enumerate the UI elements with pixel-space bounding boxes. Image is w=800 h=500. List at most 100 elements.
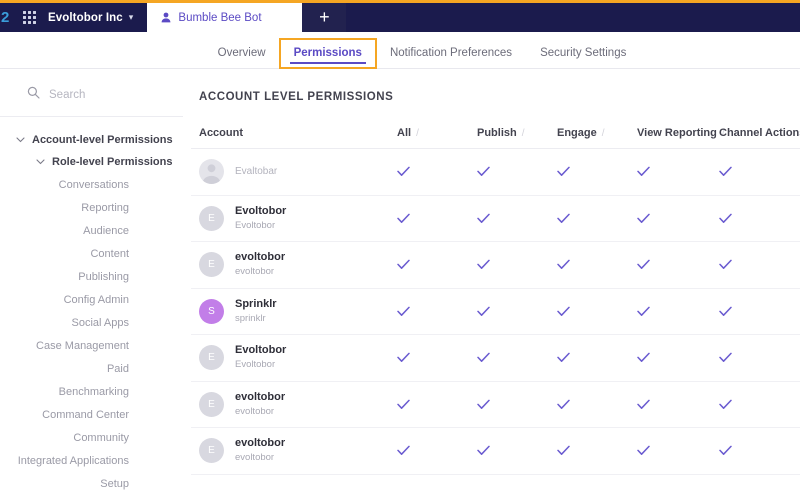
account-name: Evoltobor [235,344,287,357]
tab-overview[interactable]: Overview [204,47,280,68]
chevron-down-icon [16,137,25,143]
sidebar-item-content[interactable]: Content [0,242,183,265]
permission-cell-publish[interactable] [477,213,557,224]
sidebar-item-publishing[interactable]: Publishing [0,265,183,288]
sidebar-item-benchmarking[interactable]: Benchmarking [0,380,183,403]
app-tab-bumble-bee-bot[interactable]: Bumble Bee Bot [147,3,303,32]
tree-group-role-level-permissions[interactable]: Role-level Permissions [0,151,183,173]
permission-cell-engage[interactable] [557,399,637,410]
permission-cell-publish[interactable] [477,259,557,270]
add-tab-button[interactable]: + [302,3,347,32]
tab-permissions[interactable]: Permissions [278,38,377,69]
permission-cell-publish[interactable] [477,306,557,317]
sidebar-item-community[interactable]: Community [0,426,183,449]
column-header-channel-actions[interactable]: Channel Actions / [719,127,800,139]
app-logo[interactable]: 2 [0,3,14,32]
table-row[interactable]: E Evoltobor Evoltobor [191,196,800,242]
sidebar-item-command-center[interactable]: Command Center [0,403,183,426]
avatar: E [199,391,224,417]
account-name: evoltobor [235,251,286,264]
permission-cell-publish[interactable] [477,166,557,177]
permission-cell-all[interactable] [397,352,477,363]
search-row[interactable] [0,79,183,117]
permission-cell-engage[interactable] [557,445,637,456]
table-row[interactable]: Eevoltobor evoltobor [191,428,800,475]
check-icon [397,399,410,410]
page-title: ACCOUNT LEVEL PERMISSIONS [199,91,394,103]
check-icon [637,306,650,317]
permission-cell-all[interactable] [397,166,477,177]
apps-grid-icon[interactable] [14,3,44,32]
tab-notification-preferences[interactable]: Notification Preferences [376,47,526,68]
check-icon [557,166,570,177]
permission-cell-publish[interactable] [477,352,557,363]
check-icon [557,306,570,317]
sidebar-item-audience[interactable]: Audience [0,219,183,242]
table-row[interactable]: E Evoltobor Evoltobor [191,335,800,382]
account-text: evoltobor evoltobor [235,437,285,464]
permission-cell-channel-actions[interactable] [719,306,800,317]
permission-cell-publish[interactable] [477,445,557,456]
permission-cell-engage[interactable] [557,306,637,317]
permission-cell-all[interactable] [397,399,477,410]
column-header-publish-label: Publish [477,127,517,139]
tree-group-account-level-permissions[interactable]: Account-level Permissions [0,129,183,151]
table-header-row: Account All / Publish / Engage / View Re… [191,127,800,149]
permission-cell-engage[interactable] [557,166,637,177]
permission-cell-view-reporting[interactable] [637,399,719,410]
search-input[interactable] [49,89,159,101]
permission-cell-all[interactable] [397,259,477,270]
permission-cell-channel-actions[interactable] [719,166,800,177]
permission-cell-channel-actions[interactable] [719,399,800,410]
permission-cell-channel-actions[interactable] [719,352,800,363]
sub-navigation: Overview Permissions Notification Prefer… [0,32,800,69]
account-name: Evaltobar [235,165,278,177]
permission-cell-view-reporting[interactable] [637,259,719,270]
permission-cell-channel-actions[interactable] [719,445,800,456]
permission-cell-all[interactable] [397,213,477,224]
table-row[interactable]: S Sprinklr sprinklr [191,289,800,335]
permission-cell-channel-actions[interactable] [719,259,800,270]
sidebar-item-case-management[interactable]: Case Management [0,334,183,357]
check-icon [719,399,732,410]
check-icon [557,352,570,363]
account-cell: Eevoltobor evoltobor [199,251,397,278]
permission-cell-all[interactable] [397,445,477,456]
permission-cell-all[interactable] [397,306,477,317]
check-icon [637,166,650,177]
column-header-channel-actions-label: Channel Actions [719,127,800,139]
tab-security-settings[interactable]: Security Settings [526,47,640,68]
sidebar-item-social-apps[interactable]: Social Apps [0,311,183,334]
column-header-view-reporting[interactable]: View Reporting / [637,127,725,139]
permission-cell-engage[interactable] [557,259,637,270]
check-icon [477,352,490,363]
sidebar-item-config-admin[interactable]: Config Admin [0,288,183,311]
column-header-publish[interactable]: Publish / [477,127,557,139]
permission-cell-engage[interactable] [557,213,637,224]
account-handle: Evoltobor [235,219,276,231]
check-icon [637,213,650,224]
sidebar-item-integrated-applications[interactable]: Integrated Applications [0,449,183,472]
permission-cell-view-reporting[interactable] [637,352,719,363]
permission-cell-view-reporting[interactable] [637,213,719,224]
permission-cell-engage[interactable] [557,352,637,363]
org-switcher[interactable]: Evoltobor Inc ▾ [44,3,147,32]
column-header-all[interactable]: All / [397,127,477,139]
sidebar-item-setup[interactable]: Setup [0,472,183,495]
sidebar-item-conversations[interactable]: Conversations [0,173,183,196]
sidebar-item-reporting[interactable]: Reporting [0,196,183,219]
permissions-table: Account All / Publish / Engage / View Re… [191,127,800,475]
column-header-engage[interactable]: Engage / [557,127,637,139]
table-row[interactable]: Eevoltobor evoltobor [191,242,800,289]
sidebar-item-paid[interactable]: Paid [0,357,183,380]
column-header-account[interactable]: Account [199,127,397,139]
column-separator-icon: / [601,128,605,139]
permission-cell-view-reporting[interactable] [637,166,719,177]
check-icon [397,352,410,363]
permission-cell-publish[interactable] [477,399,557,410]
table-row[interactable]: Evaltobar [191,149,800,196]
table-row[interactable]: Eevoltobor evoltobor [191,382,800,428]
permission-cell-view-reporting[interactable] [637,306,719,317]
permission-cell-channel-actions[interactable] [719,213,800,224]
permission-cell-view-reporting[interactable] [637,445,719,456]
